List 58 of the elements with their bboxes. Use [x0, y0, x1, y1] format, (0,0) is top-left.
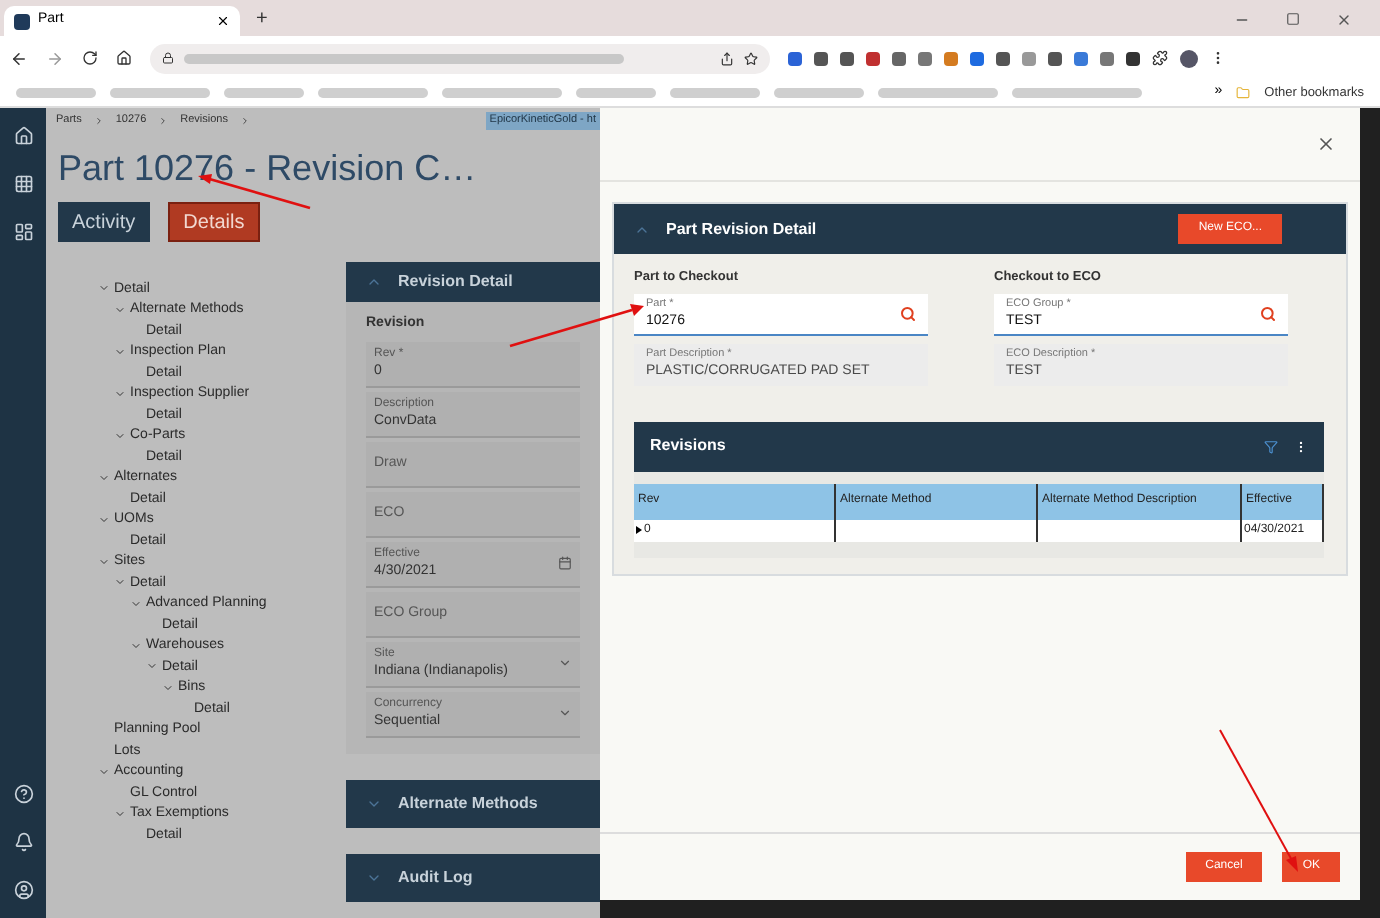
- forward-icon[interactable]: [46, 49, 64, 67]
- search-icon[interactable]: [900, 305, 916, 322]
- apps-grid-icon[interactable]: [13, 174, 33, 194]
- panel-header[interactable]: Audit Log: [346, 853, 600, 901]
- panel-title: Revision Detail: [398, 270, 513, 294]
- panel-title: Alternate Methods: [398, 791, 538, 815]
- chevron-icon[interactable]: [98, 513, 110, 526]
- tab[interactable]: Details: [167, 202, 261, 242]
- close-icon[interactable]: [216, 14, 230, 28]
- chevron-icon[interactable]: [98, 555, 110, 568]
- dropdown-icon[interactable]: [558, 656, 572, 670]
- chevron-icon[interactable]: [114, 807, 126, 820]
- more-icon[interactable]: [1294, 439, 1308, 454]
- share-icon[interactable]: [720, 51, 734, 65]
- search-icon[interactable]: [1260, 305, 1276, 322]
- maximize-icon[interactable]: [1286, 12, 1300, 26]
- chevron-icon[interactable]: [114, 576, 126, 589]
- annotation-arrow: [509, 304, 644, 348]
- tab[interactable]: Activity: [58, 202, 150, 242]
- bookmark-star-icon[interactable]: [744, 51, 758, 65]
- back-icon[interactable]: [10, 49, 28, 67]
- chevron-icon[interactable]: [114, 345, 126, 358]
- dropdown-icon[interactable]: [558, 706, 572, 720]
- help-icon[interactable]: [13, 784, 33, 804]
- chevron-icon[interactable]: [162, 681, 174, 694]
- chevron-icon[interactable]: [130, 639, 142, 652]
- folder-icon: [1236, 86, 1251, 100]
- panel-title: Audit Log: [398, 865, 473, 889]
- extensions-icon[interactable]: [1152, 50, 1168, 66]
- chevron-icon[interactable]: [114, 303, 126, 316]
- panel-header[interactable]: Revision Detail: [346, 262, 600, 302]
- page-title: Part 10276 - Revision C…: [56, 146, 479, 190]
- new-tab-button[interactable]: +: [256, 8, 268, 32]
- chevron-icon[interactable]: [114, 387, 126, 400]
- chevron-icon[interactable]: [98, 282, 110, 295]
- panel-header[interactable]: Alternate Methods: [346, 779, 600, 827]
- chevron-icon[interactable]: [130, 597, 142, 610]
- home-icon[interactable]: [116, 50, 132, 66]
- chevron-icon[interactable]: [98, 471, 110, 484]
- close-icon[interactable]: [1316, 134, 1336, 154]
- calendar-icon[interactable]: [558, 556, 572, 570]
- panel-title: Part Revision Detail: [666, 217, 819, 241]
- filter-icon[interactable]: [1264, 439, 1278, 454]
- avatar-icon[interactable]: [1180, 49, 1198, 67]
- chevron-icon: [93, 116, 104, 126]
- grid-title: Revisions: [650, 434, 728, 459]
- lock-icon: [162, 52, 174, 64]
- chevron-icon: [158, 116, 169, 126]
- chevron-icon[interactable]: [98, 765, 110, 778]
- dashboard-icon[interactable]: [13, 222, 33, 242]
- reload-icon[interactable]: [82, 50, 98, 66]
- user-icon[interactable]: [13, 880, 33, 900]
- row-indicator-icon: [636, 526, 642, 535]
- chevron-icon[interactable]: [146, 660, 158, 673]
- chevron-icon: [239, 116, 250, 126]
- app-logo-icon: [14, 13, 30, 29]
- chevron-icon[interactable]: [114, 429, 126, 442]
- bell-icon[interactable]: [13, 832, 33, 852]
